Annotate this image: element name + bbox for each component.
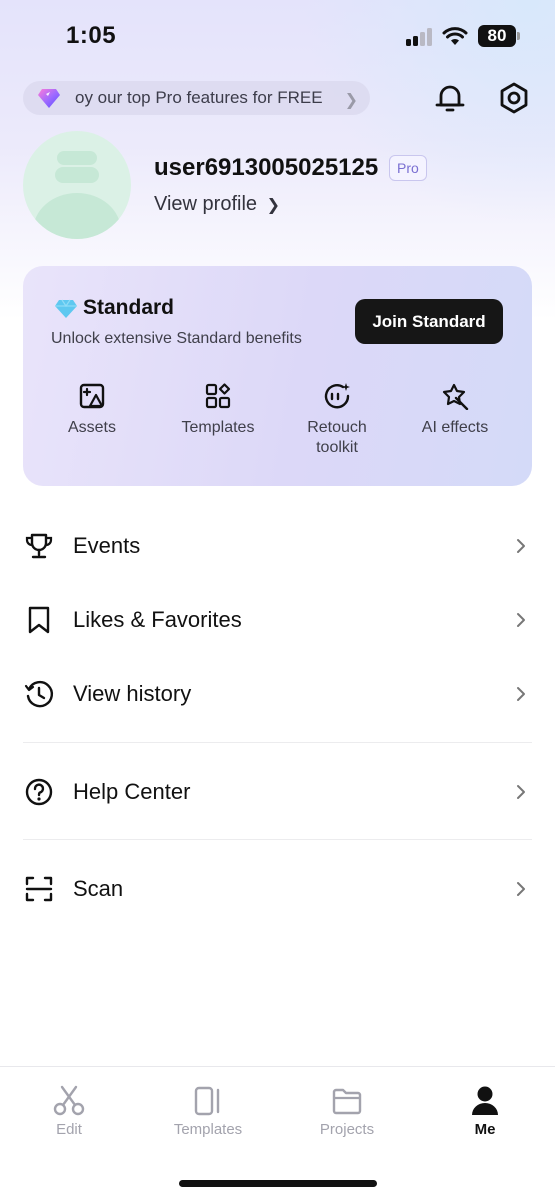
person-icon <box>472 1086 498 1115</box>
menu-item-scan[interactable]: Scan <box>0 858 555 918</box>
bell-icon[interactable] <box>432 80 468 116</box>
nav-label: Me <box>474 1121 496 1138</box>
chevron-right-icon <box>517 687 525 701</box>
chevron-right-icon <box>517 539 525 553</box>
standard-title: Standard <box>83 296 175 319</box>
tab-projects[interactable]: Projects <box>297 1085 397 1138</box>
chevron-right-icon <box>517 882 525 896</box>
pro-promo-banner[interactable]: oy our top Pro features for FREE ❯ <box>23 81 370 115</box>
trophy-icon <box>25 533 53 559</box>
feature-label: AI effects <box>421 419 489 436</box>
scissors-icon <box>53 1085 85 1116</box>
templates-icon <box>194 1086 220 1116</box>
feature-templates[interactable]: Templates <box>163 382 273 438</box>
avatar-placeholder-icon <box>33 151 121 239</box>
standard-subtitle: Unlock extensive Standard benefits <box>51 330 302 347</box>
chevron-right-icon: ❯ <box>266 197 280 214</box>
gear-icon[interactable] <box>496 80 532 116</box>
magic-star-icon <box>442 383 469 410</box>
divider <box>23 839 532 840</box>
menu-item-view-history[interactable]: View history <box>0 663 555 723</box>
chevron-right-icon: ❯ <box>344 92 358 109</box>
battery-indicator: 80 <box>478 25 516 47</box>
image-shapes-icon <box>79 383 105 409</box>
feature-label: Assets <box>67 419 116 436</box>
bookmark-icon <box>28 606 50 634</box>
view-profile-link[interactable]: View profile ❯ <box>154 193 280 216</box>
tab-me[interactable]: Me <box>435 1085 535 1138</box>
menu-label: Likes & Favorites <box>73 607 242 632</box>
join-standard-button[interactable]: Join Standard <box>355 299 503 344</box>
diamond-icon <box>55 299 77 318</box>
menu-item-help-center[interactable]: Help Center <box>0 761 555 821</box>
help-icon <box>25 778 53 806</box>
pro-badge: Pro <box>389 155 427 181</box>
menu-label: Events <box>73 533 141 558</box>
feature-label: Templates <box>181 419 255 436</box>
grid-icon <box>205 383 231 409</box>
feature-label: Retouch toolkit <box>307 419 367 456</box>
tab-edit[interactable]: Edit <box>19 1085 119 1138</box>
menu-item-likes-favorites[interactable]: Likes & Favorites <box>0 589 555 649</box>
feature-assets[interactable]: Assets <box>37 382 147 438</box>
tab-templates[interactable]: Templates <box>158 1085 258 1138</box>
nav-label: Edit <box>56 1121 82 1138</box>
status-time: 1:05 <box>66 22 117 49</box>
menu-label: View history <box>73 681 192 706</box>
username: user6913005025125 <box>154 154 379 181</box>
cellular-signal-icon <box>406 28 434 46</box>
history-icon <box>24 680 53 708</box>
battery-cap <box>517 32 520 40</box>
scan-icon <box>25 876 53 902</box>
standard-membership-card: Standard Unlock extensive Standard benef… <box>23 266 532 486</box>
chevron-right-icon <box>517 613 525 627</box>
diamond-icon <box>38 89 60 108</box>
menu-item-events[interactable]: Events <box>0 515 555 575</box>
face-sparkle-icon <box>324 383 350 409</box>
nav-label: Projects <box>319 1121 375 1138</box>
menu-label: Scan <box>73 876 124 901</box>
wifi-icon <box>442 27 468 45</box>
avatar[interactable] <box>23 131 131 239</box>
chevron-right-icon <box>517 785 525 799</box>
feature-retouch-toolkit[interactable]: Retouch toolkit <box>282 382 392 458</box>
status-bar: 1:05 80 <box>0 0 555 74</box>
divider <box>23 742 532 743</box>
menu-label: Help Center <box>73 779 191 804</box>
folder-icon <box>332 1088 362 1115</box>
feature-ai-effects[interactable]: AI effects <box>400 382 510 438</box>
nav-label: Templates <box>173 1121 243 1138</box>
view-profile-label: View profile <box>154 193 258 215</box>
promo-text: oy our top Pro features for FREE <box>75 88 323 107</box>
home-indicator <box>179 1180 377 1187</box>
